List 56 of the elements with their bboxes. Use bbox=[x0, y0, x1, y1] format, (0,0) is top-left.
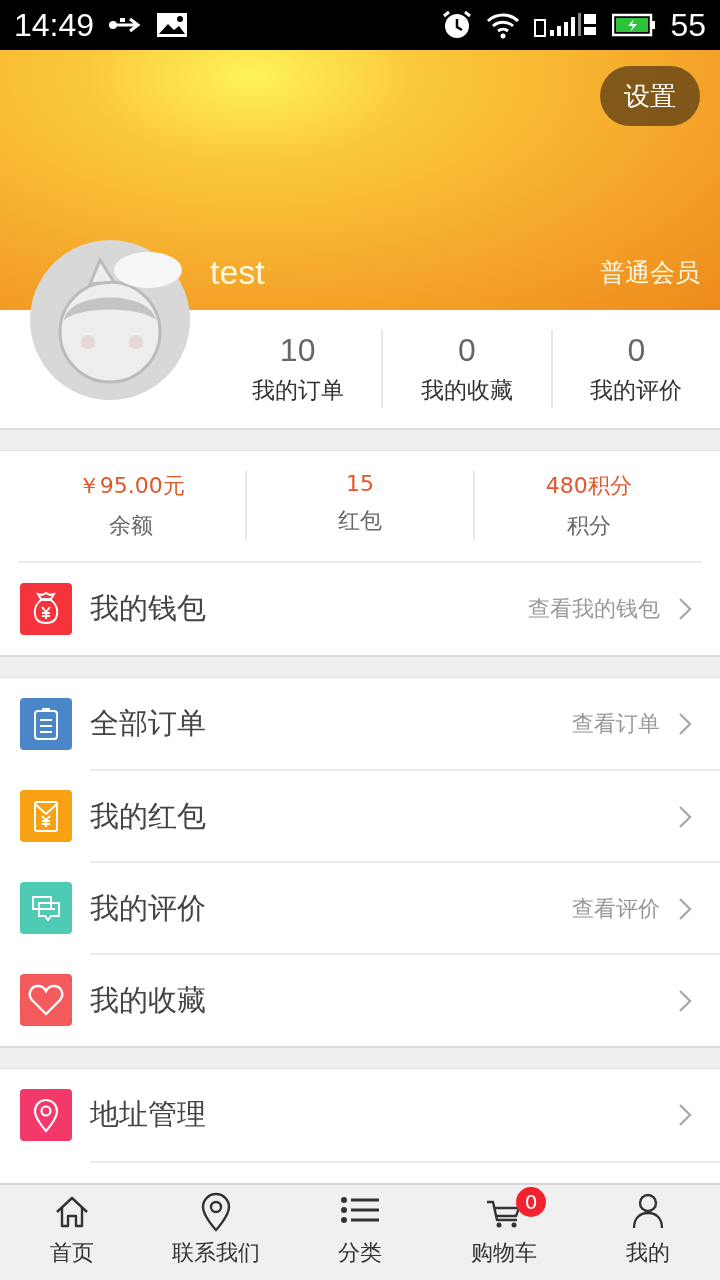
menu-label: 我的收藏 bbox=[90, 982, 207, 1019]
chevron-right-icon bbox=[678, 989, 692, 1013]
balance-value: 480积分 bbox=[545, 472, 632, 500]
chevron-right-icon bbox=[678, 1103, 692, 1127]
image-icon bbox=[156, 12, 189, 38]
alarm-clock-icon bbox=[442, 10, 473, 40]
menu-hint: 查看订单 bbox=[572, 710, 660, 738]
menu-item[interactable]: 我的红包 bbox=[0, 770, 720, 862]
menu-label: 我的评价 bbox=[90, 890, 207, 927]
tab-item[interactable]: 首页 bbox=[0, 1185, 144, 1280]
stat-label: 我的评价 bbox=[590, 376, 683, 405]
tab-item[interactable]: 购物车 0 bbox=[432, 1185, 576, 1280]
balance-item[interactable]: 15 红包 bbox=[244, 471, 474, 541]
member-level: 普通会员 bbox=[600, 257, 700, 289]
stat-value: 0 bbox=[458, 332, 476, 369]
menu-label: 地址管理 bbox=[90, 1096, 207, 1133]
usb-icon bbox=[108, 15, 143, 35]
menu-hint: 查看我的钱包 bbox=[528, 595, 660, 623]
balance-value: 15 bbox=[346, 471, 374, 496]
stat-item[interactable]: 10 我的订单 bbox=[214, 330, 382, 408]
balance-label: 余额 bbox=[109, 512, 154, 540]
chevron-right-icon bbox=[678, 805, 692, 829]
settings-button[interactable]: 设置 bbox=[600, 66, 700, 126]
stat-item[interactable]: 0 我的评价 bbox=[550, 330, 720, 408]
stat-label: 我的收藏 bbox=[421, 376, 513, 405]
balance-item[interactable]: 480积分 积分 bbox=[473, 471, 702, 541]
cart-count-badge: 0 bbox=[516, 1187, 546, 1217]
balance-item[interactable]: ￥95.00元 余额 bbox=[18, 471, 245, 541]
chevron-right-icon bbox=[678, 712, 692, 736]
chevron-right-icon bbox=[678, 897, 692, 921]
stat-item[interactable]: 0 我的收藏 bbox=[381, 330, 551, 408]
balance-label: 红包 bbox=[338, 507, 382, 535]
battery-icon bbox=[612, 13, 657, 37]
menu-label: 我的钱包 bbox=[90, 590, 207, 627]
wifi-icon bbox=[486, 11, 521, 39]
menu-item[interactable]: 我的收藏 bbox=[0, 954, 720, 1046]
tab-item[interactable]: 分类 bbox=[288, 1185, 432, 1280]
stat-value: 0 bbox=[627, 332, 646, 369]
battery-level: 55 bbox=[670, 6, 706, 44]
menu-hint: 查看评价 bbox=[572, 895, 660, 923]
username: test bbox=[210, 253, 265, 292]
stat-label: 我的订单 bbox=[251, 376, 344, 405]
tab-item[interactable]: 联系我们 bbox=[144, 1185, 288, 1280]
menu-label: 全部订单 bbox=[90, 705, 207, 742]
menu-item[interactable]: 我的评价 查看评价 bbox=[0, 862, 720, 954]
balance-value: ￥95.00元 bbox=[77, 472, 185, 500]
signal-icon bbox=[534, 12, 599, 38]
menu-item[interactable]: 全部订单 查看订单 bbox=[0, 678, 720, 770]
chevron-right-icon bbox=[678, 597, 692, 621]
menu-item[interactable]: 地址管理 bbox=[0, 1069, 720, 1161]
menu-label: 我的红包 bbox=[90, 798, 207, 835]
balance-label: 积分 bbox=[566, 512, 611, 540]
tab-item[interactable]: 我的 bbox=[576, 1185, 720, 1280]
stat-value: 10 bbox=[279, 332, 316, 369]
status-time: 14:49 bbox=[14, 6, 95, 44]
menu-item[interactable]: 我的钱包 查看我的钱包 bbox=[0, 563, 720, 655]
